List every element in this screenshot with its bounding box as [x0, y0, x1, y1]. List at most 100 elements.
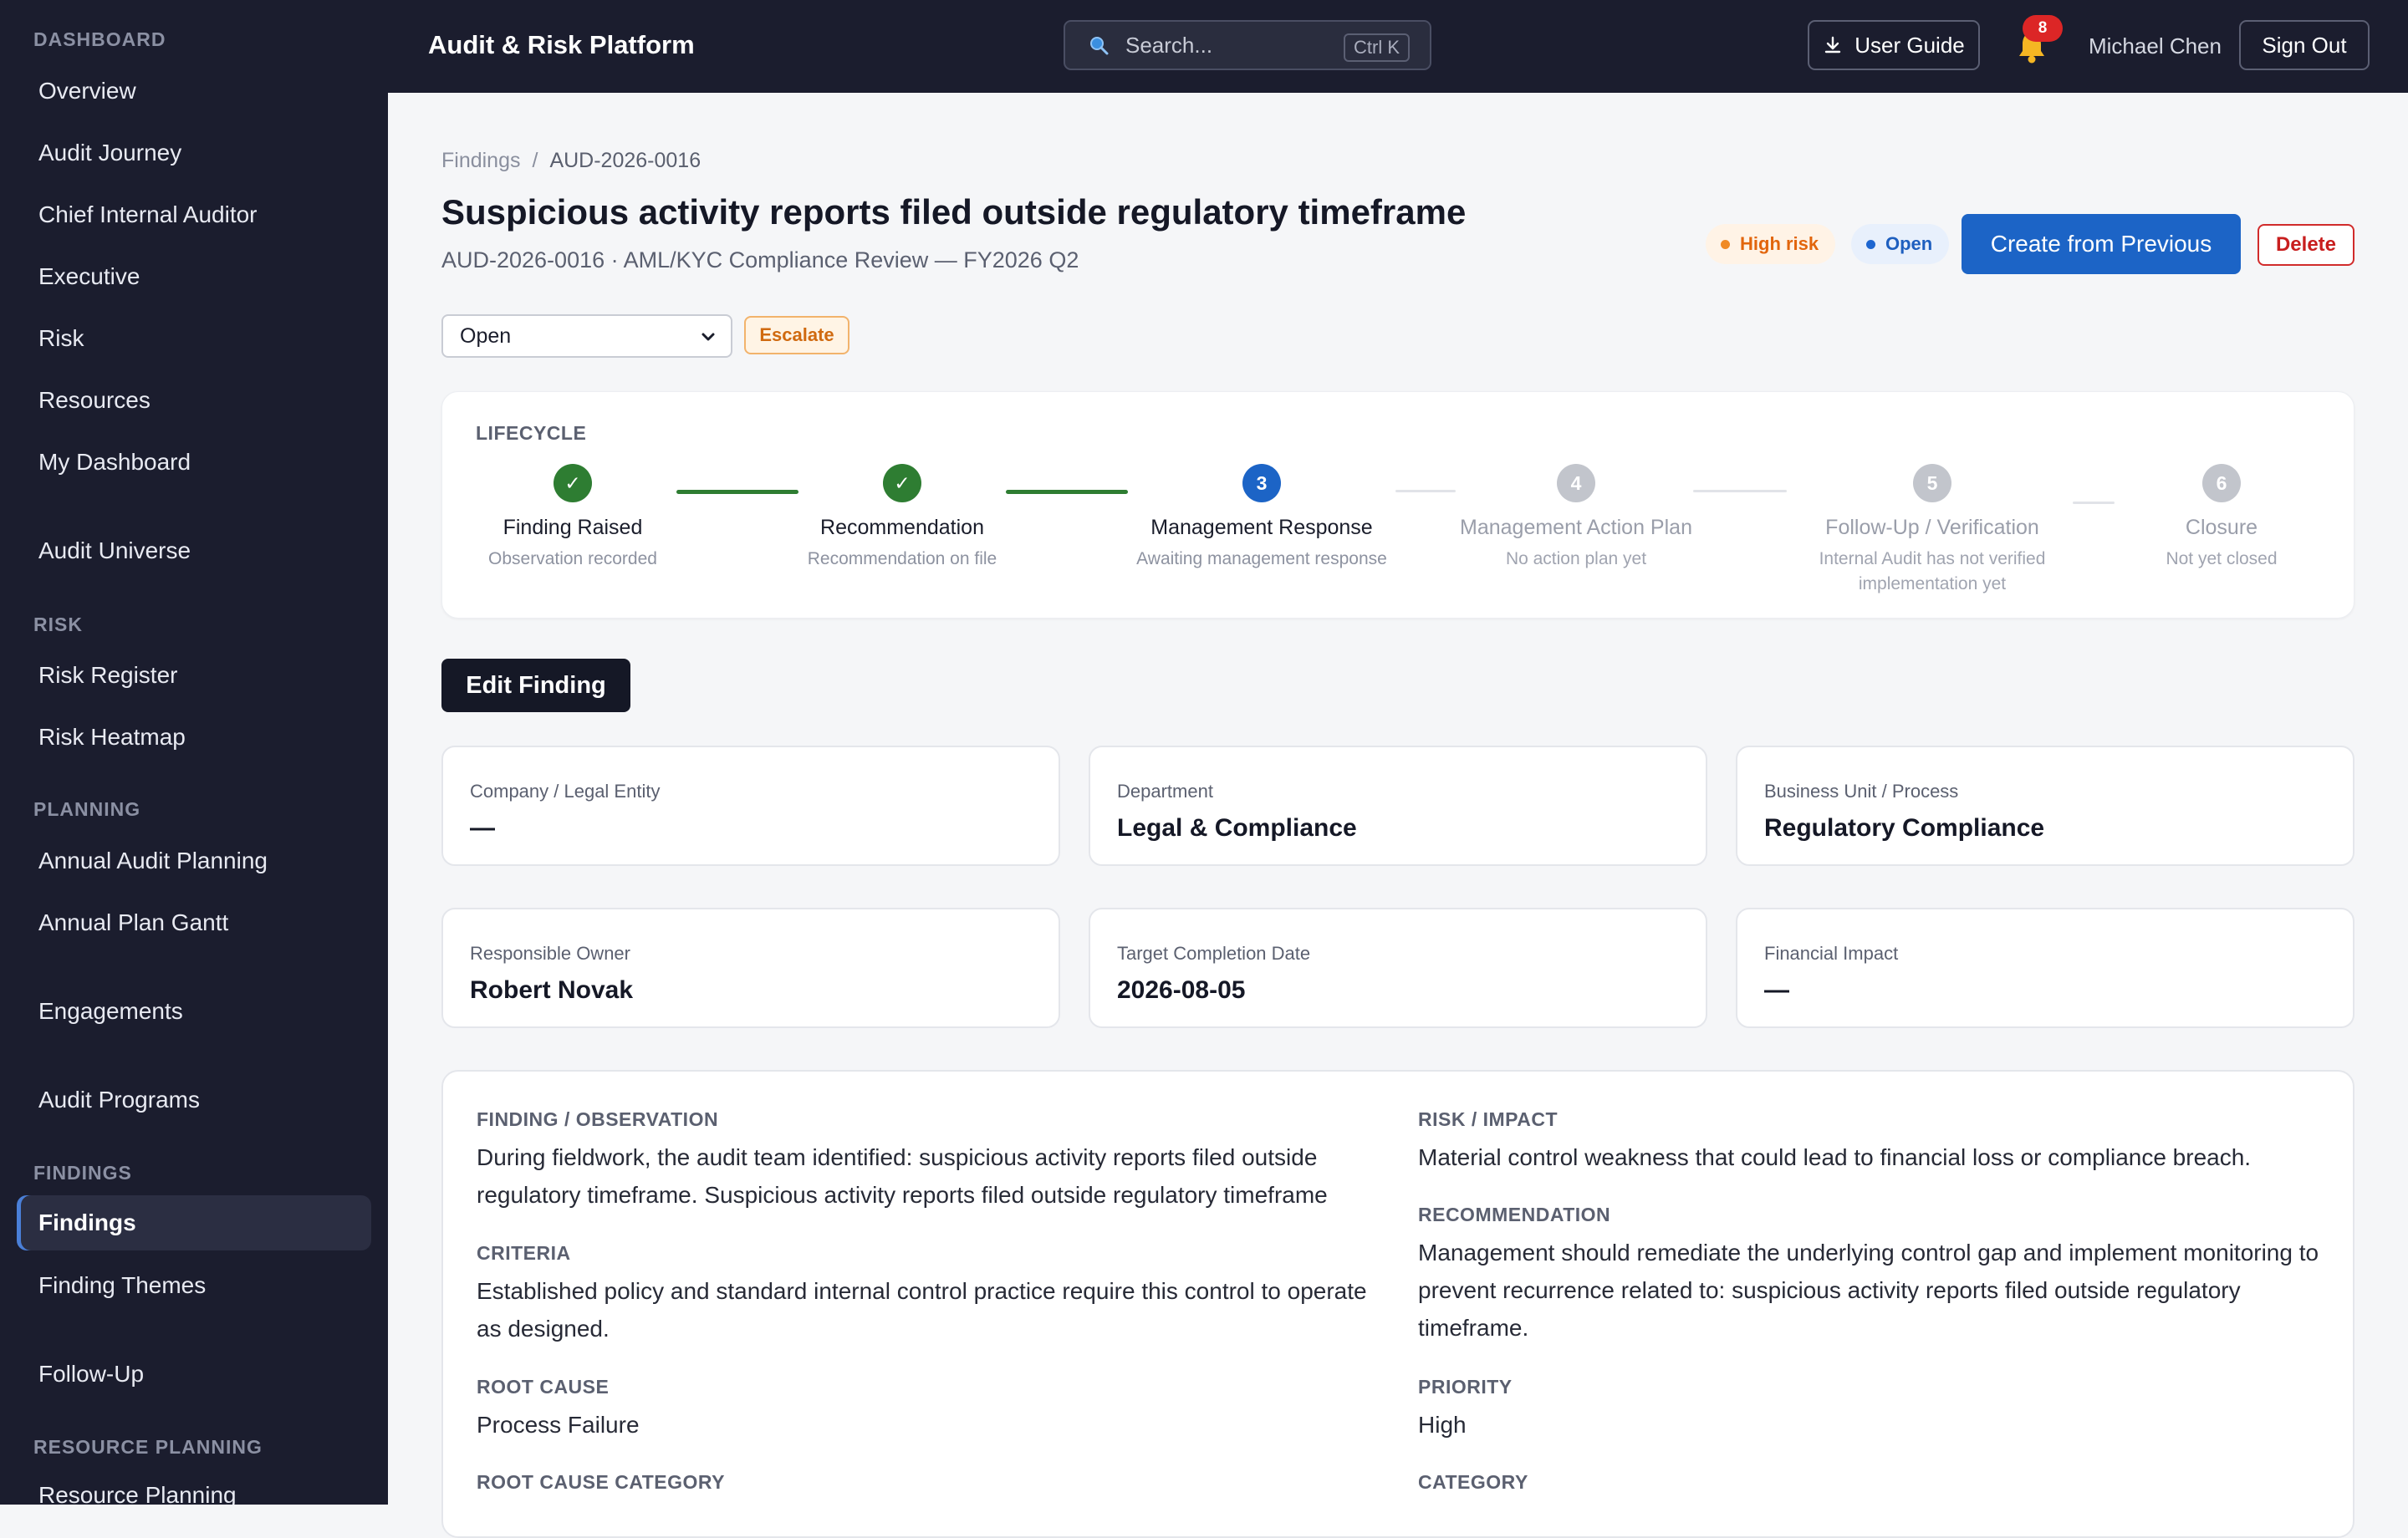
info-card-value: —	[1764, 976, 1789, 1004]
lifecycle-step-management-action-plan: 4 Management Action Plan No action plan …	[1442, 464, 1710, 572]
info-card-label: Business Unit / Process	[1764, 781, 1959, 802]
breadcrumb-findings-link[interactable]: Findings	[441, 149, 521, 172]
step-number: 4	[1557, 464, 1595, 502]
user-name: Michael Chen	[2089, 33, 2222, 59]
download-icon	[1825, 36, 1841, 53]
app-title: Audit & Risk Platform	[428, 30, 695, 59]
step-description: No action plan yet	[1505, 549, 1647, 568]
search-shortcut-hint: Ctrl K	[1344, 33, 1410, 62]
risk-level-badge: High risk	[1706, 224, 1836, 264]
sidebar-item-follow-up[interactable]: Follow-Up	[17, 1347, 371, 1402]
info-card-value: Legal & Compliance	[1117, 814, 1357, 842]
lifecycle-step-recommendation: ✓ Recommendation Recommendation on file	[768, 464, 1036, 572]
search-placeholder: Search...	[1125, 32, 1213, 58]
root-cause-text: Process Failure	[477, 1412, 640, 1438]
info-card-company: Company / Legal Entity —	[441, 746, 1060, 866]
sidebar-item-resource-planning[interactable]: Resource Planning	[17, 1468, 371, 1505]
sidebar-item-audit-programs[interactable]: Audit Programs	[17, 1072, 371, 1128]
info-card-department: Department Legal & Compliance	[1089, 746, 1707, 866]
step-title: Closure	[2185, 516, 2258, 539]
risk-dot-icon	[1721, 239, 1730, 249]
step-title: Follow-Up / Verification	[1825, 516, 2039, 539]
delete-button[interactable]: Delete	[2258, 224, 2354, 266]
step-description: Recommendation on file	[807, 549, 997, 568]
info-card-value: —	[470, 814, 495, 842]
escalate-button[interactable]: Escalate	[744, 316, 849, 354]
step-number: 6	[2202, 464, 2241, 502]
info-card-responsible-owner: Responsible Owner Robert Novak	[441, 908, 1060, 1028]
step-description: Observation recorded	[488, 549, 657, 568]
edit-finding-button[interactable]: Edit Finding	[441, 659, 630, 712]
lifecycle-label: LIFECYCLE	[476, 422, 587, 444]
sidebar-item-my-dashboard[interactable]: My Dashboard	[17, 435, 371, 490]
step-description: Awaiting management response	[1136, 549, 1387, 568]
info-card-label: Financial Impact	[1764, 943, 1899, 964]
step-description: Internal Audit has not verified implemen…	[1819, 549, 2046, 593]
lifecycle-step-closure: 6 Closure Not yet closed	[2088, 464, 2355, 572]
observation-text: During fieldwork, the audit team identif…	[477, 1144, 1328, 1208]
info-card-value: Regulatory Compliance	[1764, 814, 2045, 842]
root-cause-heading: ROOT CAUSE	[477, 1376, 610, 1398]
sidebar: DASHBOARD Overview Audit Journey Chief I…	[0, 0, 388, 1505]
status-dot-icon	[1866, 239, 1875, 249]
sidebar-item-engagements[interactable]: Engagements	[17, 984, 371, 1039]
recommendation-text: Management should remediate the underlyi…	[1418, 1240, 2319, 1341]
priority-heading: PRIORITY	[1418, 1376, 1513, 1398]
check-icon: ✓	[883, 464, 921, 502]
sidebar-item-finding-themes[interactable]: Finding Themes	[17, 1258, 371, 1313]
info-card-label: Responsible Owner	[470, 943, 630, 964]
breadcrumb-separator: /	[532, 149, 538, 172]
priority-text: High	[1418, 1412, 1467, 1438]
sidebar-section-planning: PLANNING	[33, 798, 141, 820]
sidebar-item-chief-internal-auditor[interactable]: Chief Internal Auditor	[17, 187, 371, 242]
search-icon	[1090, 37, 1109, 55]
create-from-previous-button[interactable]: Create from Previous	[1962, 214, 2241, 274]
sidebar-item-risk-register[interactable]: Risk Register	[17, 648, 371, 703]
sidebar-item-annual-audit-planning[interactable]: Annual Audit Planning	[17, 833, 371, 889]
breadcrumb-current: AUD-2026-0016	[549, 149, 701, 172]
user-guide-button[interactable]: User Guide	[1808, 20, 1980, 70]
status-badge-label: Open	[1885, 233, 1933, 254]
sidebar-item-executive[interactable]: Executive	[17, 249, 371, 304]
step-number: 3	[1242, 464, 1281, 502]
info-card-label: Company / Legal Entity	[470, 781, 661, 802]
risk-impact-heading: RISK / IMPACT	[1418, 1108, 1559, 1130]
sidebar-item-resources[interactable]: Resources	[17, 373, 371, 428]
sidebar-section-findings: FINDINGS	[33, 1162, 132, 1184]
step-title: Management Action Plan	[1460, 516, 1692, 539]
search-input[interactable]: Search... Ctrl K	[1064, 20, 1431, 70]
page-subtitle: AUD-2026-0016 · AML/KYC Compliance Revie…	[441, 247, 1079, 272]
risk-impact-text: Material control weakness that could lea…	[1418, 1144, 2252, 1170]
step-description: Not yet closed	[2166, 549, 2278, 568]
observation-heading: FINDING / OBSERVATION	[477, 1108, 719, 1130]
risk-level-label: High risk	[1740, 233, 1819, 254]
sidebar-section-risk: RISK	[33, 614, 83, 635]
step-title: Management Response	[1150, 516, 1373, 539]
sidebar-item-annual-plan-gantt[interactable]: Annual Plan Gantt	[17, 895, 371, 950]
lifecycle-step-follow-up-verification: 5 Follow-Up / Verification Internal Audi…	[1798, 464, 2066, 597]
criteria-heading: CRITERIA	[477, 1242, 571, 1264]
status-select-value: Open	[460, 323, 512, 348]
category-heading: CATEGORY	[1418, 1471, 1528, 1493]
sidebar-item-overview[interactable]: Overview	[17, 64, 371, 119]
sidebar-item-audit-universe[interactable]: Audit Universe	[17, 523, 371, 578]
step-title: Finding Raised	[503, 516, 643, 539]
info-card-business-unit: Business Unit / Process Regulatory Compl…	[1736, 746, 2354, 866]
info-card-financial-impact: Financial Impact —	[1736, 908, 2354, 1028]
notification-badge: 8	[2023, 15, 2063, 42]
sidebar-section-resource-planning: RESOURCE PLANNING	[33, 1436, 263, 1458]
status-select[interactable]: Open	[441, 314, 732, 358]
sidebar-item-findings[interactable]: Findings	[17, 1195, 371, 1250]
status-badge: Open	[1851, 224, 1950, 264]
sidebar-item-risk[interactable]: Risk	[17, 311, 371, 366]
sign-out-button[interactable]: Sign Out	[2239, 20, 2370, 70]
sidebar-item-audit-journey[interactable]: Audit Journey	[17, 125, 371, 181]
recommendation-heading: RECOMMENDATION	[1418, 1204, 1611, 1225]
step-number: 5	[1913, 464, 1951, 502]
lifecycle-panel: LIFECYCLE ✓ Finding Raised Observation r…	[441, 391, 2354, 619]
info-card-value: Robert Novak	[470, 976, 634, 1004]
sidebar-item-risk-heatmap[interactable]: Risk Heatmap	[17, 710, 371, 765]
criteria-text: Established policy and standard internal…	[477, 1278, 1367, 1342]
info-card-value: 2026-08-05	[1117, 976, 1246, 1004]
lifecycle-step-finding-raised: ✓ Finding Raised Observation recorded	[439, 464, 707, 572]
